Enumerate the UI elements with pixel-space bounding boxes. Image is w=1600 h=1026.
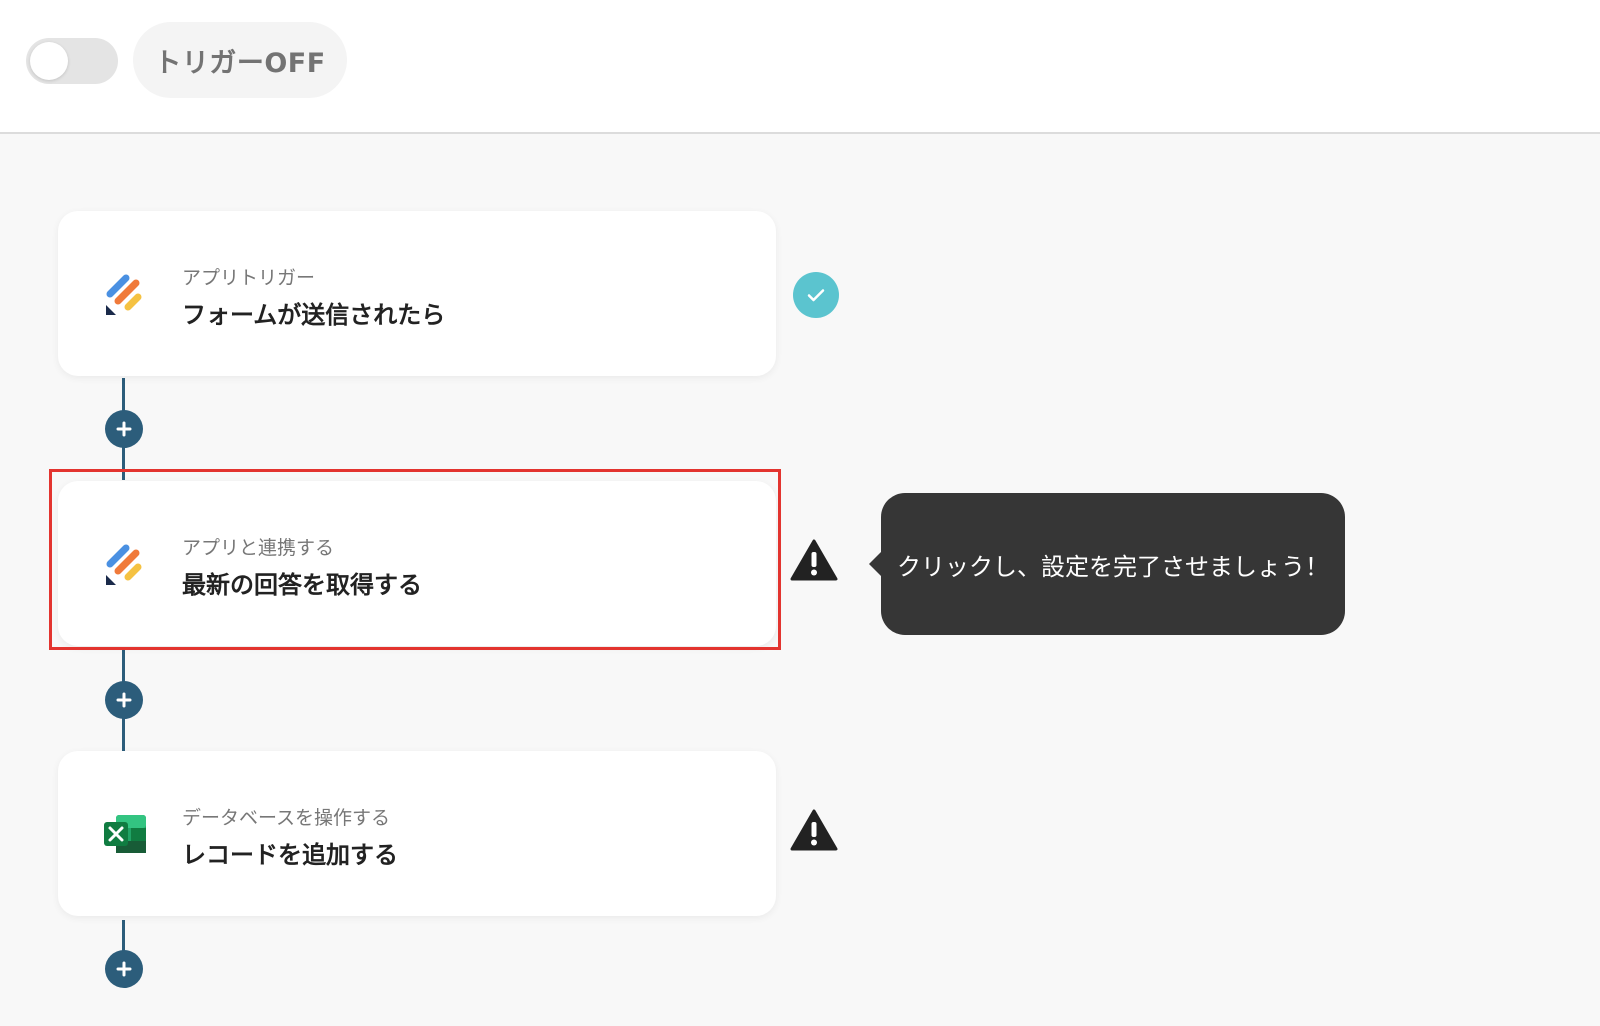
warning-icon: [790, 809, 838, 851]
plus-icon: [116, 692, 132, 708]
add-step-button[interactable]: [105, 950, 143, 988]
setup-tooltip: クリックし、設定を完了させましょう！: [869, 493, 1345, 635]
trigger-status-badge: トリガーOFF: [133, 22, 347, 98]
step-title: レコードを追加する: [182, 841, 398, 869]
flow-step-card[interactable]: アプリと連携する 最新の回答を取得する: [58, 481, 776, 646]
plus-icon: [116, 961, 132, 977]
flow-step-card[interactable]: データベースを操作する レコードを追加する: [58, 751, 776, 916]
trigger-toggle[interactable]: [26, 38, 118, 84]
step-title: 最新の回答を取得する: [182, 571, 422, 599]
step-category: アプリトリガー: [182, 267, 316, 289]
check-icon: [793, 272, 839, 318]
flow-step-card[interactable]: アプリトリガー フォームが送信されたら: [58, 211, 776, 376]
step-category: データベースを操作する: [182, 807, 391, 829]
top-bar: トリガーOFF: [0, 0, 1600, 134]
add-step-button[interactable]: [105, 681, 143, 719]
add-step-button[interactable]: [105, 410, 143, 448]
form-app-icon: [106, 544, 142, 585]
step-title: フォームが送信されたら: [182, 301, 446, 329]
step-category: アプリと連携する: [182, 537, 335, 559]
toggle-knob: [30, 42, 68, 80]
excel-icon: [104, 815, 146, 853]
form-app-icon: [106, 274, 142, 315]
warning-icon: [790, 539, 838, 581]
plus-icon: [116, 421, 132, 437]
